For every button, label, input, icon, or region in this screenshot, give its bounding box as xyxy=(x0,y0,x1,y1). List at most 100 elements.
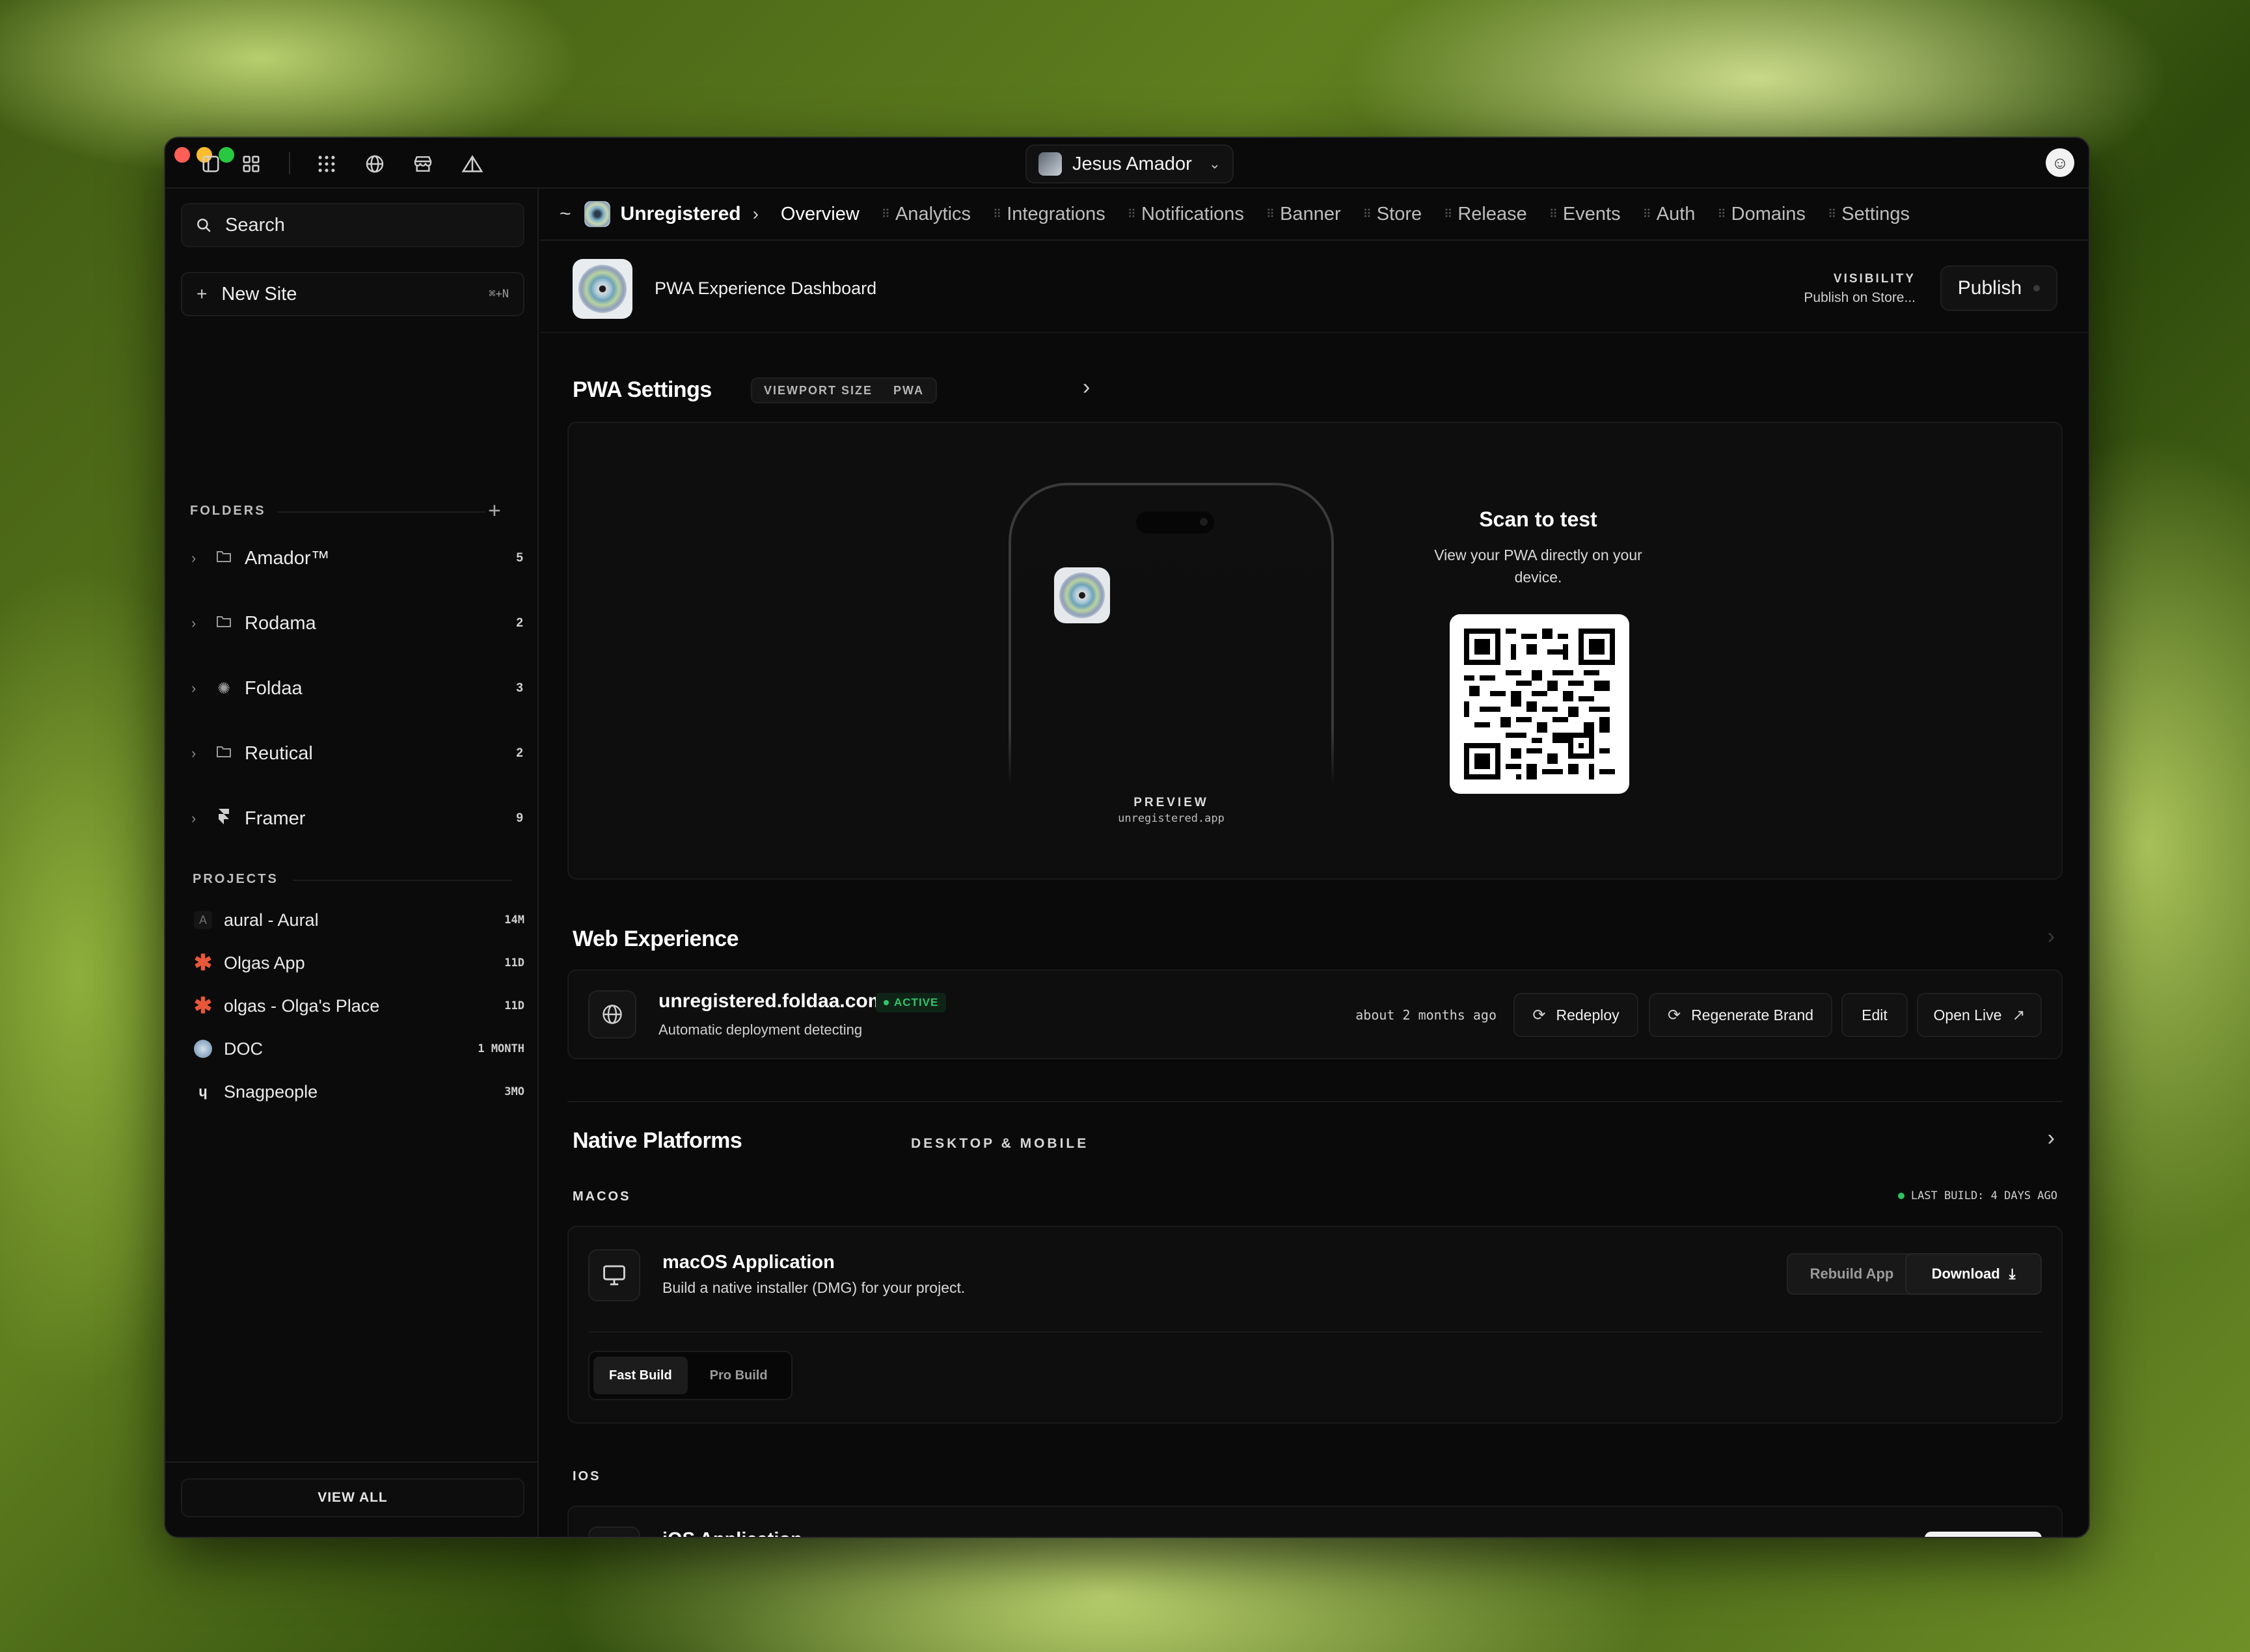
edit-button[interactable]: Edit xyxy=(1841,993,1908,1037)
projects-label: PROJECTS xyxy=(193,872,278,886)
rebuild-app-button[interactable]: Rebuild App xyxy=(1787,1253,1917,1295)
visibility-selector[interactable]: VISIBILITY Publish on Store... xyxy=(1804,272,1916,306)
viewport-tag[interactable]: VIEWPORT SIZE PWA xyxy=(751,377,938,403)
drag-handle-icon: ⠿ xyxy=(1127,207,1136,221)
tab-label: Release xyxy=(1457,203,1527,224)
close-window-button[interactable] xyxy=(174,147,190,163)
folder-icon xyxy=(215,744,233,763)
asterisk-icon: ✱ xyxy=(193,951,213,975)
tab-store[interactable]: ⠿ Store xyxy=(1363,204,1422,225)
tab-overview[interactable]: Overview xyxy=(781,204,860,225)
drag-handle-icon: ⠿ xyxy=(1549,207,1558,221)
folder-count: 3 xyxy=(516,681,523,695)
folder-icon xyxy=(215,549,233,568)
search-input[interactable]: Search xyxy=(181,203,524,247)
main-content: ~ Unregistered › Overview ⠿ Analytics ⠿ In… xyxy=(540,189,2089,1537)
drag-handle-icon: ⠿ xyxy=(1717,207,1726,221)
tab-auth[interactable]: ⠿ Auth xyxy=(1643,204,1696,225)
folder-name: Amador™ xyxy=(245,547,330,569)
web-deployment-row: unregistered.foldaa.com ACTIVE Automatic… xyxy=(567,969,2063,1059)
letter-a-icon: A xyxy=(194,911,212,929)
status-dot-icon xyxy=(884,1000,889,1005)
folder-name: Foldaa xyxy=(245,677,303,699)
folder-item[interactable]: › Reutical 2 xyxy=(181,734,526,773)
redeploy-button[interactable]: ⟳ Redeploy xyxy=(1513,993,1638,1037)
domain-link[interactable]: unregistered.foldaa.com xyxy=(658,990,885,1012)
folder-item[interactable]: › ✺ Foldaa 3 xyxy=(181,669,526,708)
account-switcher[interactable]: Jesus Amador ⌄ xyxy=(1025,144,1234,183)
open-live-button[interactable]: Open Live ↗ xyxy=(1917,993,2042,1037)
dots-grid-icon[interactable] xyxy=(315,152,338,176)
tab-events[interactable]: ⠿ Events xyxy=(1549,204,1621,225)
spinner-icon: ✺ xyxy=(217,679,231,697)
folder-item[interactable]: › Amador™ 5 xyxy=(181,539,526,578)
tab-analytics[interactable]: ⠿ Analytics xyxy=(882,204,971,225)
new-site-button[interactable]: + New Site ⌘+N xyxy=(181,272,524,316)
folder-count: 2 xyxy=(516,746,523,760)
download-button[interactable]: Download ⤓ xyxy=(1905,1253,2042,1295)
chevron-down-icon: ⌄ xyxy=(1208,156,1221,172)
tab-label: Settings xyxy=(1841,203,1910,224)
viewport-size-label: VIEWPORT SIZE xyxy=(764,383,873,397)
app-window: Jesus Amador ⌄ ☺ Search + New Site ⌘+N F… xyxy=(164,137,2090,1538)
sidebar-panel-icon[interactable] xyxy=(199,152,223,176)
chevron-right-icon[interactable]: › xyxy=(2048,924,2055,949)
tab-banner[interactable]: ⠿ Banner xyxy=(1266,204,1341,225)
project-item[interactable]: ✱ olgas - Olga's Place 11D xyxy=(194,988,526,1024)
folder-item[interactable]: › Framer 9 xyxy=(181,799,526,838)
section-divider xyxy=(567,1101,2063,1102)
sidebar: Search + New Site ⌘+N FOLDERS + › Amador… xyxy=(165,189,539,1537)
chevron-right-icon: › xyxy=(191,550,197,566)
project-item[interactable]: DOC 1 MONTH xyxy=(194,1031,526,1067)
pro-build-option[interactable]: Pro Build xyxy=(694,1357,783,1394)
tab-release[interactable]: ⠿ Release xyxy=(1444,204,1527,225)
profile-avatar-icon[interactable]: ☺ xyxy=(2046,148,2074,177)
new-site-shortcut: ⌘+N xyxy=(489,288,509,301)
globe-icon xyxy=(194,1040,212,1058)
store-icon[interactable] xyxy=(411,152,435,176)
project-name: Snagpeople xyxy=(224,1081,318,1102)
title-bar: Jesus Amador ⌄ ☺ xyxy=(165,138,2089,189)
tab-integrations[interactable]: ⠿ Integrations xyxy=(993,204,1105,225)
regenerate-brand-button[interactable]: ⟳ Regenerate Brand xyxy=(1649,993,1832,1037)
qr-code xyxy=(1450,614,1629,794)
last-build-status: LAST BUILD: 4 DAYS AGO xyxy=(1897,1189,2057,1202)
ios-download-button[interactable] xyxy=(1925,1532,2042,1537)
view-all-button[interactable]: VIEW ALL xyxy=(181,1478,524,1517)
ios-label: IOS xyxy=(573,1469,601,1483)
project-item[interactable]: ✱ Olgas App 11D xyxy=(194,945,526,981)
folders-label: FOLDERS xyxy=(190,504,266,518)
new-site-label: New Site xyxy=(221,283,297,305)
tab-settings[interactable]: ⠿ Settings xyxy=(1828,204,1910,225)
site-name[interactable]: Unregistered xyxy=(621,203,741,225)
tab-notifications[interactable]: ⠿ Notifications xyxy=(1128,204,1244,225)
visibility-value: Publish on Store... xyxy=(1804,290,1916,305)
preview-url[interactable]: unregistered.app xyxy=(1009,812,1334,825)
project-item[interactable]: ɥ Snagpeople 3MO xyxy=(194,1074,526,1110)
project-item[interactable]: A aural - Aural 14M xyxy=(194,902,526,938)
globe-icon[interactable] xyxy=(363,152,386,176)
regenerate-label: Regenerate Brand xyxy=(1691,1006,1814,1023)
fast-build-option[interactable]: Fast Build xyxy=(593,1357,688,1394)
folder-name: Reutical xyxy=(245,742,313,764)
triangle-split-icon[interactable] xyxy=(461,152,484,176)
external-link-icon: ↗ xyxy=(2012,1006,2026,1024)
status-badge: ACTIVE xyxy=(876,993,947,1012)
chevron-right-icon: › xyxy=(191,615,197,631)
chevron-right-icon[interactable]: › xyxy=(1083,375,1090,400)
site-icon xyxy=(584,201,610,227)
grid-icon[interactable] xyxy=(239,152,263,176)
tab-domains[interactable]: ⠿ Domains xyxy=(1717,204,1806,225)
refresh-icon: ⟳ xyxy=(1532,1006,1546,1024)
chevron-right-icon[interactable]: › xyxy=(2048,1126,2055,1151)
publish-button[interactable]: Publish xyxy=(1940,265,2057,311)
project-age: 3MO xyxy=(504,1085,524,1098)
home-tilde[interactable]: ~ xyxy=(560,203,571,225)
project-age: 14M xyxy=(504,914,524,927)
card-divider xyxy=(588,1331,2042,1333)
folder-item[interactable]: › Rodama 2 xyxy=(181,604,526,643)
folder-icon xyxy=(215,614,233,633)
add-folder-button[interactable]: + xyxy=(488,498,501,524)
project-age: 11D xyxy=(504,999,524,1012)
download-label: Download xyxy=(1931,1266,2000,1282)
